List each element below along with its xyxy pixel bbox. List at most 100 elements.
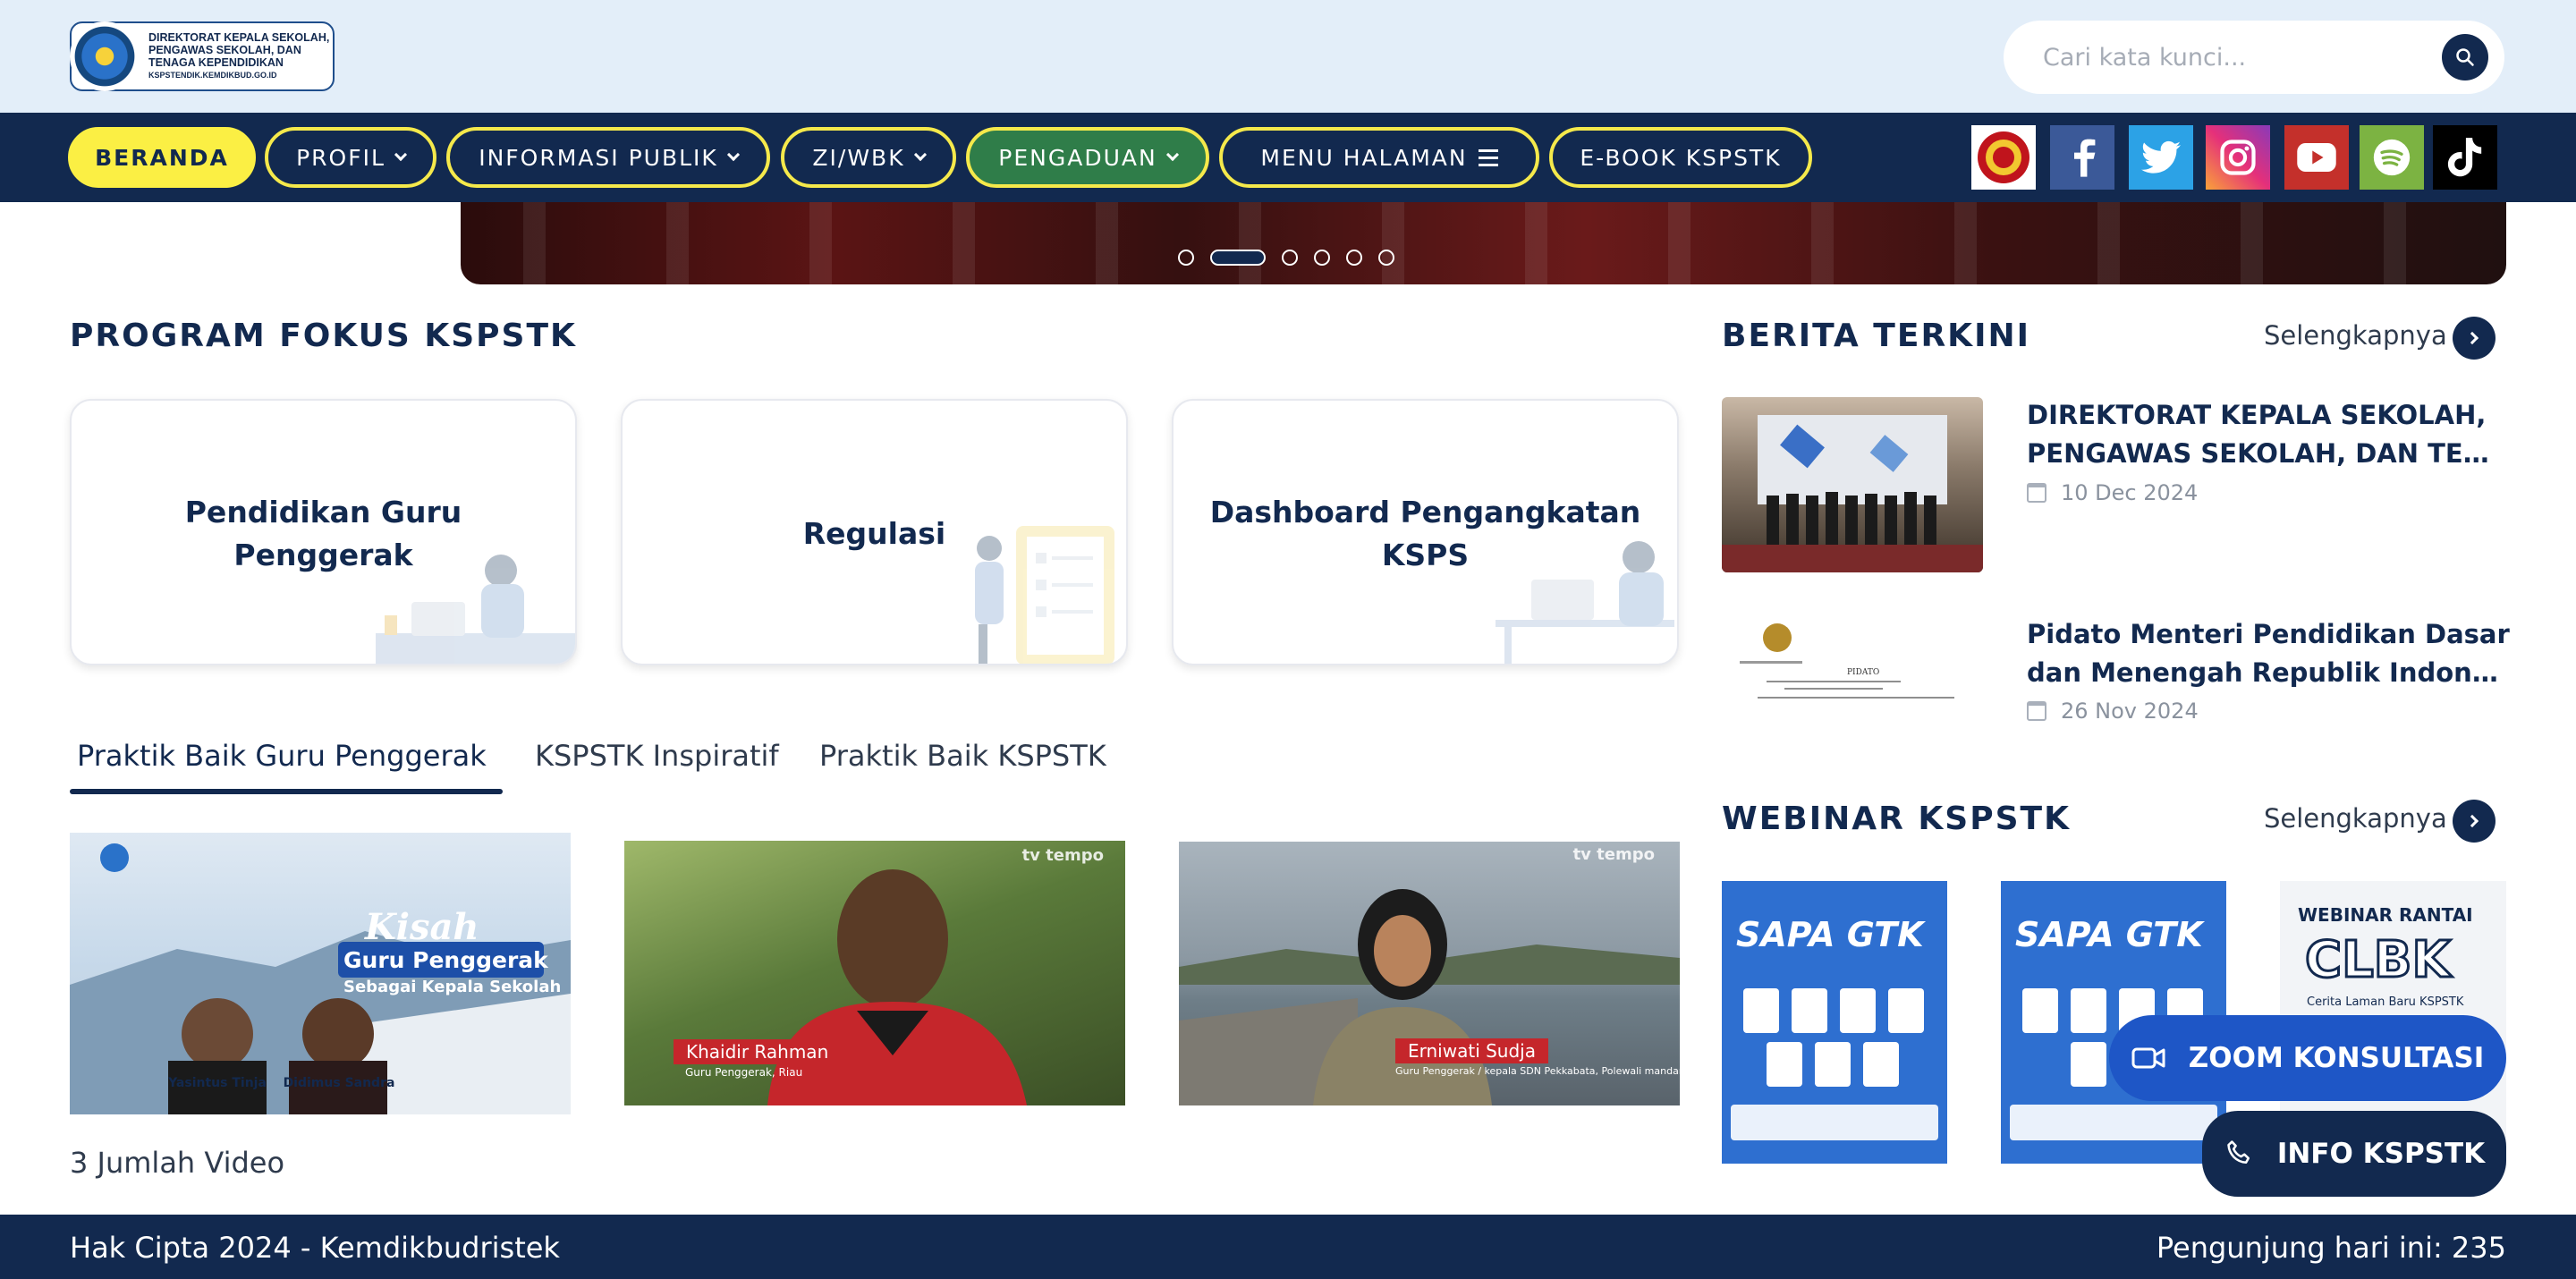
carousel-dot[interactable] (1210, 250, 1266, 266)
video-caption-name: Khaidir Rahman (674, 1039, 842, 1064)
chevron-down-icon (1165, 148, 1179, 162)
zoom-konsultasi-button[interactable]: ZOOM KONSULTASI (2109, 1015, 2506, 1101)
youtube-link[interactable] (2284, 125, 2349, 190)
info-kspstk-label: INFO KSPSTK (2276, 1138, 2486, 1170)
video-caption-role: Guru Penggerak / kepala SDN Pekkabata, P… (1395, 1065, 1680, 1077)
tab-praktik-baik-kspstk[interactable]: Praktik Baik KSPSTK (819, 739, 1106, 773)
nav-ebook[interactable]: E-BOOK KSPSTK (1549, 127, 1812, 188)
search-input[interactable] (2043, 40, 2419, 74)
main-nav: BERANDA PROFIL INFORMASI PUBLIK ZI/WBK P… (0, 113, 2576, 202)
logo-url: KSPSTENDIK.KEMDIKBUD.GO.ID (148, 70, 277, 80)
news-title-1-line-2: PENGAWAS SEKOLAH, DAN TENAGA... (2027, 438, 2510, 469)
video-caption-role: Guru Penggerak, Riau (685, 1066, 803, 1079)
webinar-more-link[interactable]: Selengkapnya (2264, 803, 2447, 834)
spotify-link[interactable] (2360, 125, 2424, 190)
tiktok-icon (2447, 138, 2482, 177)
video-thumbnail-erniwati-sudja[interactable]: tv tempo Erniwati Sudja Guru Penggerak /… (1179, 842, 1680, 1105)
news-more-link[interactable]: Selengkapnya (2264, 320, 2447, 351)
nav-zi-wbk[interactable]: ZI/WBK (781, 127, 956, 188)
nav-beranda-label: BERANDA (95, 144, 229, 171)
news-image-1[interactable] (1722, 397, 1983, 572)
tab-kspstk-inspiratif[interactable]: KSPSTK Inspiratif (535, 739, 779, 773)
chevron-down-icon (726, 148, 740, 162)
program-card-regulasi[interactable]: Regulasi (621, 399, 1128, 665)
program-section-title: PROGRAM FOKUS KSPSTK (70, 318, 577, 354)
news-image-2[interactable]: PIDATO (1722, 614, 1983, 790)
webinar-poster-3-sub: Cerita Laman Baru KSPSTK (2307, 995, 2464, 1009)
video-thumbnail-khaidir-rahman[interactable]: tv tempo Khaidir Rahman Guru Penggerak, … (624, 841, 1125, 1105)
program-card-label: Regulasi (802, 516, 946, 552)
nav-ebook-label: E-BOOK KSPSTK (1580, 144, 1782, 171)
news-title-2[interactable]: Pidato Menteri Pendidikan Dasar dan Mene… (2027, 615, 2510, 692)
site-logo[interactable]: DIREKTORAT KEPALA SEKOLAH, PENGAWAS SEKO… (70, 21, 335, 91)
program-card-label: Dashboard Pengangkatan KSPS (1209, 495, 1641, 572)
video-thumbnail-kisah-guru-penggerak[interactable]: Kisah Guru Penggerak Sebagai Kepala Seko… (70, 833, 571, 1114)
news-document-graphic (1740, 623, 1954, 699)
video-title-sub: Sebagai Kepala Sekolah (343, 978, 562, 996)
nav-pengaduan-label: PENGADUAN (998, 144, 1157, 171)
tiktok-link[interactable] (2433, 125, 2497, 190)
logo-line-2: PENGAWAS SEKOLAH, DAN (148, 44, 301, 57)
carousel-dot[interactable] (1282, 250, 1298, 266)
nav-informasi-publik[interactable]: INFORMASI PUBLIK (446, 127, 770, 188)
video-count: 3 Jumlah Video (70, 1146, 285, 1180)
carousel-dot[interactable] (1178, 250, 1194, 266)
webinar-poster-1[interactable]: SAPA GTK (1722, 881, 1947, 1164)
twitter-icon (2141, 140, 2181, 174)
webinar-poster-3-title: WEBINAR RANTAI (2298, 904, 2473, 926)
video-caption-name: Erniwati Sudja (1395, 1038, 1548, 1063)
video-camera-icon (2131, 1047, 2165, 1069)
footer-copyright: Hak Cipta 2024 - Kemdikbudristek (70, 1231, 560, 1265)
tut-wuri-handayani-emblem-icon (70, 21, 140, 91)
program-card-dashboard[interactable]: Dashboard Pengangkatan KSPS (1172, 399, 1679, 665)
video-title-kisah: Kisah (365, 906, 479, 948)
twitter-link[interactable] (2129, 125, 2193, 190)
emblem-link[interactable] (1971, 125, 2036, 190)
news-title-2-line-2: dan Menengah Republik Indonesia... (2027, 657, 2510, 688)
webinar-more-button[interactable] (2453, 800, 2496, 843)
active-tab-indicator (70, 789, 503, 794)
news-section-title: BERITA TERKINI (1722, 318, 2030, 354)
news-title-1[interactable]: DIREKTORAT KEPALA SEKOLAH, PENGAWAS SEKO… (2027, 396, 2510, 473)
nav-pengaduan[interactable]: PENGADUAN (966, 127, 1209, 188)
youtube-icon (2297, 142, 2336, 173)
top-header: DIREKTORAT KEPALA SEKOLAH, PENGAWAS SEKO… (0, 0, 2576, 113)
webinar-poster-graphic (1731, 988, 1938, 1140)
news-date-1: 10 Dec 2024 (2027, 480, 2198, 505)
search-button[interactable] (2442, 34, 2488, 80)
video-thumbnail-graphic (70, 843, 571, 1114)
program-card-label: Pendidikan Guru Penggerak (184, 495, 462, 572)
info-kspstk-button[interactable]: INFO KSPSTK (2202, 1111, 2506, 1197)
news-document-title: PIDATO (1847, 668, 1880, 677)
carousel-dot[interactable] (1378, 250, 1394, 266)
footer-visitors: Pengunjung hari ini: 235 (2156, 1231, 2506, 1265)
chevron-down-icon (913, 148, 927, 162)
hamburger-icon (1478, 148, 1498, 166)
nav-beranda[interactable]: BERANDA (68, 127, 256, 188)
footer: Hak Cipta 2024 - Kemdikbudristek Pengunj… (0, 1215, 2576, 1279)
instagram-icon (2220, 140, 2256, 175)
facebook-icon (2074, 139, 2096, 177)
hero-carousel-image[interactable] (461, 202, 2506, 284)
tvtempo-watermark: tv tempo (1021, 846, 1104, 865)
news-more-button[interactable] (2453, 317, 2496, 360)
nav-profil-label: PROFIL (296, 144, 386, 171)
webinar-poster-3-big: CLBK (2304, 930, 2453, 991)
webinar-section-title: WEBINAR KSPSTK (1722, 800, 2071, 837)
instagram-link[interactable] (2206, 125, 2270, 190)
nav-informasi-label: INFORMASI PUBLIK (479, 144, 718, 171)
calendar-icon (2027, 701, 2046, 721)
program-card-guru-penggerak[interactable]: Pendidikan Guru Penggerak (70, 399, 577, 665)
video-person-2: Didimus Sandra (283, 1076, 395, 1090)
facebook-link[interactable] (2050, 125, 2114, 190)
tab-praktik-baik-guru-penggerak[interactable]: Praktik Baik Guru Penggerak (77, 739, 487, 773)
nav-menu-halaman[interactable]: MENU HALAMAN (1219, 127, 1539, 188)
carousel-dot[interactable] (1314, 250, 1330, 266)
zoom-konsultasi-label: ZOOM KONSULTASI (2188, 1042, 2485, 1074)
news-date-1-text: 10 Dec 2024 (2061, 480, 2199, 505)
phone-icon (2227, 1140, 2250, 1165)
carousel-dot[interactable] (1346, 250, 1362, 266)
video-title-guru-penggerak: Guru Penggerak (343, 947, 548, 973)
nav-profil[interactable]: PROFIL (265, 127, 436, 188)
emblem-icon (1978, 131, 2029, 183)
